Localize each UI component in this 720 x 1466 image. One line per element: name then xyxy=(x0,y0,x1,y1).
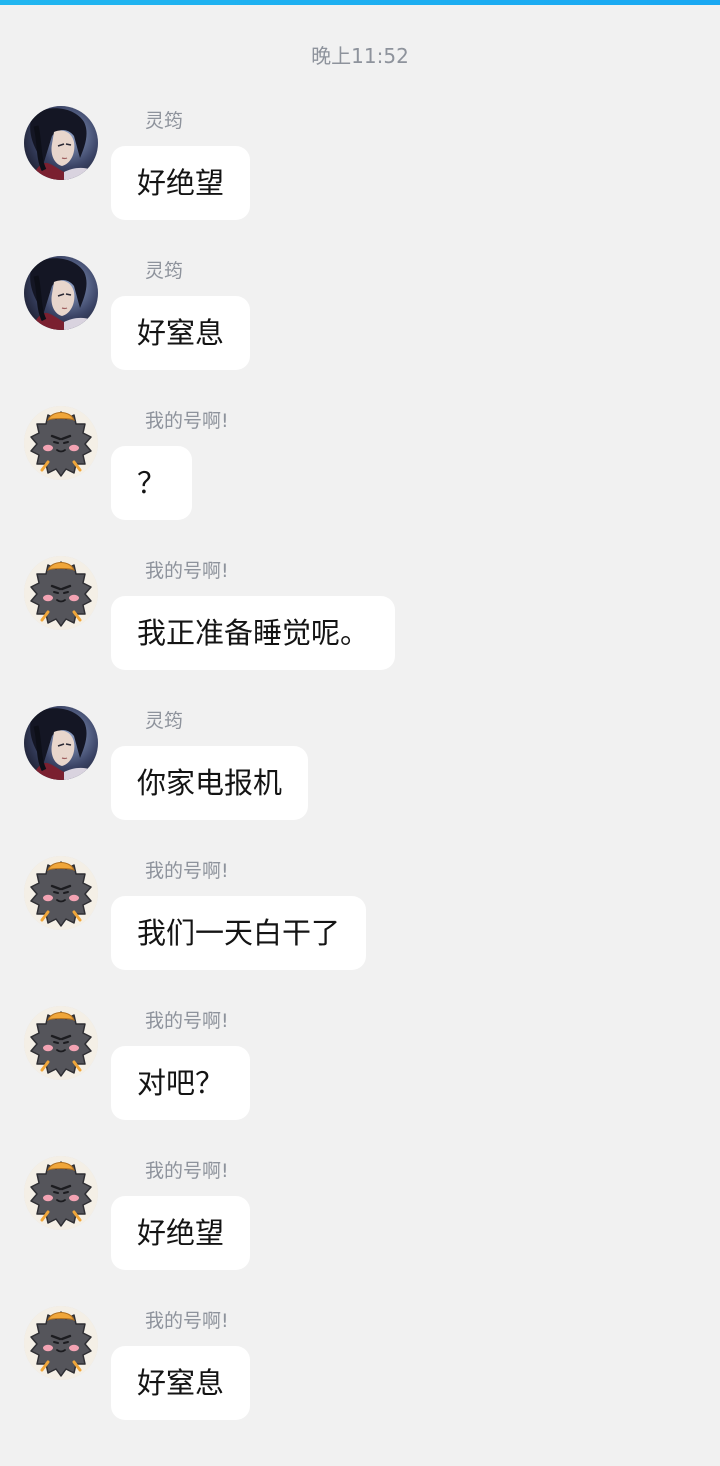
chat-message: 灵筠 好绝望 xyxy=(0,106,720,256)
sender-name[interactable]: 我的号啊! xyxy=(145,408,229,434)
sender-name[interactable]: 我的号啊! xyxy=(145,1308,229,1334)
chat-message: 我的号啊! 对吧？ xyxy=(0,1006,720,1156)
message-bubble[interactable]: 好窒息 xyxy=(111,296,251,370)
gray-cat-avatar[interactable] xyxy=(24,856,98,930)
message-bubble[interactable]: 我正准备睡觉呢。 xyxy=(111,596,396,670)
anime-boy-avatar[interactable] xyxy=(24,106,98,180)
sender-name[interactable]: 灵筠 xyxy=(145,258,183,284)
message-bubble[interactable]: ？ xyxy=(111,446,193,520)
gray-cat-avatar[interactable] xyxy=(24,556,98,630)
chat-message: 我的号啊! ？ xyxy=(0,406,720,556)
gray-cat-avatar[interactable] xyxy=(24,1006,98,1080)
sender-name[interactable]: 我的号啊! xyxy=(145,1008,229,1034)
message-bubble[interactable]: 对吧？ xyxy=(111,1046,251,1120)
chat-message: 我的号啊! 好绝望 xyxy=(0,1156,720,1306)
sender-name[interactable]: 我的号啊! xyxy=(145,558,229,584)
sender-name[interactable]: 灵筠 xyxy=(145,108,183,134)
message-bubble[interactable]: 好窒息 xyxy=(111,1346,251,1420)
chat-message: 灵筠 好窒息 xyxy=(0,256,720,406)
anime-boy-avatar[interactable] xyxy=(24,706,98,780)
chat-message: 我的号啊! 我正准备睡觉呢。 xyxy=(0,556,720,706)
gray-cat-avatar[interactable] xyxy=(24,406,98,480)
sender-name[interactable]: 我的号啊! xyxy=(145,1158,229,1184)
chat-message: 我的号啊! 好窒息 xyxy=(0,1306,720,1456)
chat-message: 灵筠 你家电报机 xyxy=(0,706,720,856)
message-timestamp: 晚上11:52 xyxy=(311,44,409,68)
sender-name[interactable]: 我的号啊! xyxy=(145,858,229,884)
sender-name[interactable]: 灵筠 xyxy=(145,708,183,734)
anime-boy-avatar[interactable] xyxy=(24,256,98,330)
message-bubble[interactable]: 好绝望 xyxy=(111,1196,251,1270)
gray-cat-avatar[interactable] xyxy=(24,1156,98,1230)
chat-message: 我的号啊! 我们一天白干了 xyxy=(0,856,720,1006)
top-accent-bar xyxy=(0,0,720,5)
message-bubble[interactable]: 我们一天白干了 xyxy=(111,896,367,970)
message-bubble[interactable]: 好绝望 xyxy=(111,146,251,220)
message-bubble[interactable]: 你家电报机 xyxy=(111,746,309,820)
gray-cat-avatar[interactable] xyxy=(24,1306,98,1380)
